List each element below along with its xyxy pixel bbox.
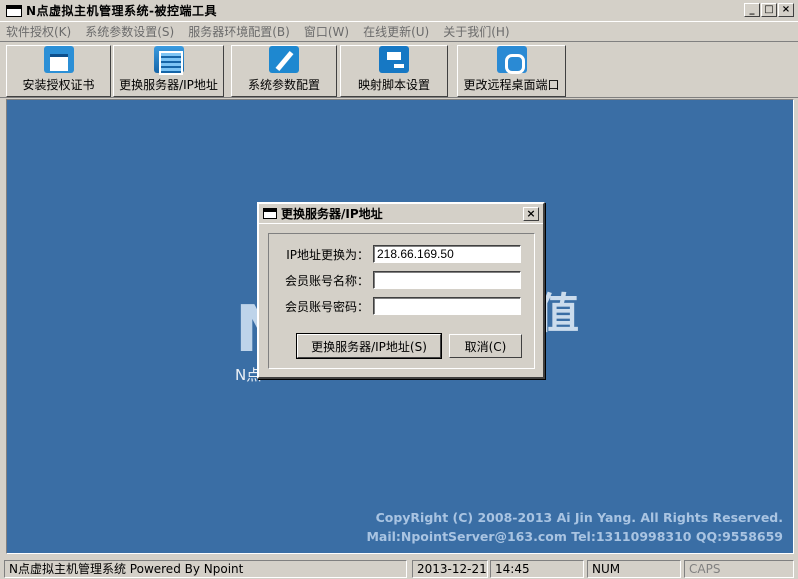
account-label: 会员账号名称： <box>284 273 369 288</box>
status-num-lock: NUM <box>587 560 681 578</box>
confirm-change-server-button[interactable]: 更换服务器/IP地址(S) <box>296 333 442 359</box>
app-window-icon[interactable] <box>6 4 22 17</box>
copyright-line: CopyRight (C) 2008-2013 Ai Jin Yang. All… <box>375 510 783 525</box>
password-input[interactable] <box>373 297 521 315</box>
window-controls: _ □ × <box>744 3 794 17</box>
change-server-ip-button[interactable]: 更换服务器/IP地址 <box>113 45 224 97</box>
close-button[interactable]: × <box>778 3 794 17</box>
dialog-group-box: IP地址更换为： 会员账号名称： 会员账号密码： 更换服务器/IP地址(S) 取… <box>268 233 535 369</box>
script-mapping-icon <box>379 46 409 73</box>
remote-desktop-port-label: 更改远程桌面端口 <box>463 78 560 92</box>
dialog-window-icon <box>263 208 277 219</box>
system-config-button[interactable]: 系统参数配置 <box>231 45 337 97</box>
system-config-label: 系统参数配置 <box>247 78 320 92</box>
dialog-title-bar[interactable]: 更换服务器/IP地址 <box>259 204 543 224</box>
password-label: 会员账号密码： <box>284 299 369 314</box>
ip-input[interactable] <box>373 245 521 263</box>
account-input[interactable] <box>373 271 521 289</box>
menu-software-license[interactable]: 软件授权(K) <box>6 23 71 40</box>
window-title: N点虚拟主机管理系统-被控端工具 <box>26 4 218 18</box>
ip-row: IP地址更换为： <box>269 244 534 264</box>
maximize-button[interactable]: □ <box>761 3 777 17</box>
main-title-bar: N点虚拟主机管理系统-被控端工具 _ □ × <box>0 0 798 22</box>
menu-bar: 软件授权(K) 系统参数设置(S) 服务器环境配置(B) 窗口(W) 在线更新(… <box>0 22 798 41</box>
password-row: 会员账号密码： <box>269 296 534 316</box>
change-server-dialog: 更换服务器/IP地址 × IP地址更换为： 会员账号名称： 会员账号密码： 更换… <box>257 202 545 379</box>
remote-desktop-port-button[interactable]: 更改远程桌面端口 <box>457 45 566 97</box>
contact-line: Mail:NpointServer@163.com Tel:1311099831… <box>366 529 783 544</box>
ip-label: IP地址更换为： <box>286 247 369 262</box>
copyright-block: CopyRight (C) 2008-2013 Ai Jin Yang. All… <box>366 508 783 546</box>
minimize-button[interactable]: _ <box>744 3 760 17</box>
certificate-icon <box>43 46 74 73</box>
server-icon <box>153 46 184 75</box>
menu-online-update[interactable]: 在线更新(U) <box>363 23 429 40</box>
script-mapping-button[interactable]: 映射脚本设置 <box>340 45 448 97</box>
menu-about[interactable]: 关于我们(H) <box>443 23 509 40</box>
status-time: 14:45 <box>490 560 584 578</box>
dialog-close-button[interactable]: × <box>523 207 539 221</box>
status-caps-lock: CAPS <box>684 560 794 578</box>
toolbar: 安装授权证书 更换服务器/IP地址 系统参数配置 映射脚本设置 更改远程桌面端口 <box>0 41 798 98</box>
status-date: 2013-12-21 <box>412 560 488 578</box>
install-certificate-label: 安装授权证书 <box>22 78 95 92</box>
account-row: 会员账号名称： <box>269 270 534 290</box>
remote-desktop-icon <box>496 46 527 74</box>
change-server-ip-label: 更换服务器/IP地址 <box>119 78 218 92</box>
status-bar: N点虚拟主机管理系统 Powered By Npoint 2013-12-21 … <box>0 558 798 579</box>
menu-system-settings[interactable]: 系统参数设置(S) <box>85 23 174 40</box>
config-icon <box>269 46 299 73</box>
cancel-button[interactable]: 取消(C) <box>449 334 522 358</box>
script-mapping-label: 映射脚本设置 <box>357 78 430 92</box>
menu-server-environment[interactable]: 服务器环境配置(B) <box>188 23 290 40</box>
dialog-title: 更换服务器/IP地址 <box>281 207 383 221</box>
status-app-name: N点虚拟主机管理系统 Powered By Npoint <box>4 560 407 578</box>
menu-window[interactable]: 窗口(W) <box>304 23 349 40</box>
install-certificate-button[interactable]: 安装授权证书 <box>6 45 111 97</box>
